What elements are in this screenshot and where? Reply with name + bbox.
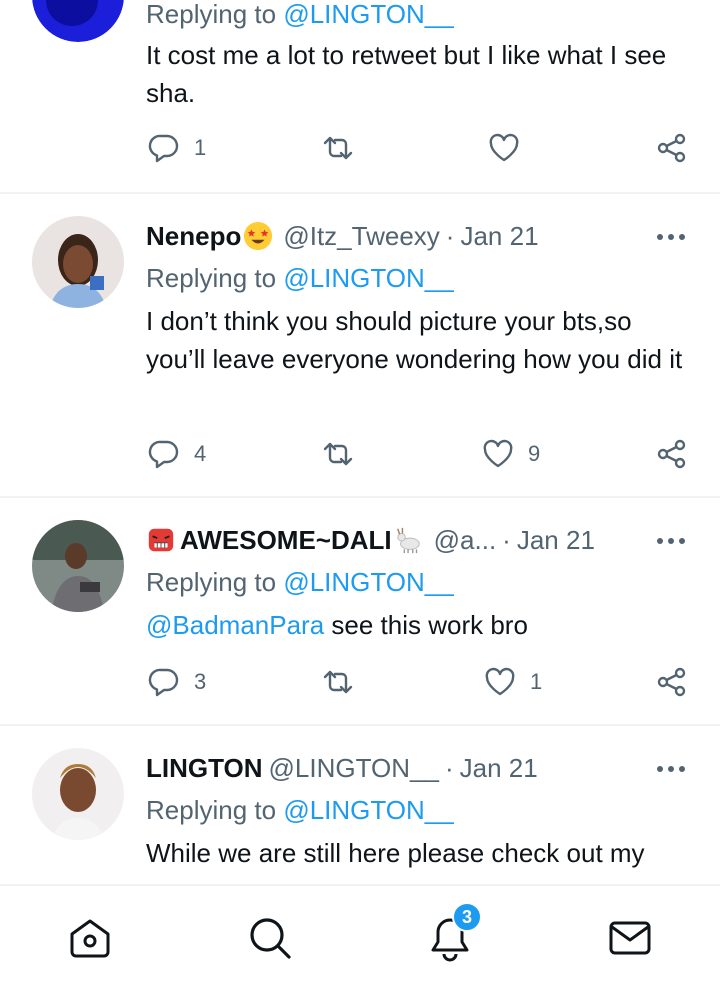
avatar[interactable] bbox=[32, 520, 124, 612]
retweet-button[interactable] bbox=[322, 438, 354, 470]
more-options-icon[interactable] bbox=[656, 764, 686, 774]
reply-button[interactable]: 1 bbox=[148, 132, 206, 164]
replying-label: Replying to bbox=[146, 567, 277, 597]
avatar[interactable] bbox=[32, 216, 124, 308]
separator-dot: · bbox=[444, 752, 454, 783]
replying-to: Replying to @LINGTON__ bbox=[146, 260, 454, 296]
retweet-icon bbox=[323, 442, 353, 466]
tweet-text: It cost me a lot to retweet but I like w… bbox=[146, 40, 667, 108]
separator-dot: · bbox=[502, 524, 511, 555]
retweet-icon bbox=[323, 670, 353, 694]
display-name[interactable]: AWESOME~DALI bbox=[180, 525, 392, 556]
reply-button[interactable]: 3 bbox=[148, 666, 206, 698]
tweet-reply[interactable]: Replying to @LINGTON__ It cost me a lot … bbox=[0, 0, 720, 194]
tweet-date[interactable]: Jan 21 bbox=[460, 753, 538, 784]
tweet-text: I don’t think you should picture your bt… bbox=[146, 306, 683, 374]
like-count: 1 bbox=[530, 669, 543, 694]
goat-emoji-icon bbox=[396, 527, 420, 554]
more-options-icon[interactable] bbox=[656, 232, 686, 242]
reply-icon bbox=[148, 440, 179, 469]
tweet-feed: Replying to @LINGTON__ It cost me a lot … bbox=[0, 0, 720, 884]
heart-icon bbox=[489, 133, 519, 162]
tweet-reply[interactable]: LINGTON @LINGTON__ · Jan 21 Replying to … bbox=[0, 726, 720, 884]
share-button[interactable] bbox=[656, 666, 688, 698]
more-options-icon[interactable] bbox=[656, 536, 686, 546]
tweet-actions: 4 9 bbox=[0, 438, 720, 478]
share-icon bbox=[657, 667, 686, 697]
messages-icon bbox=[609, 921, 651, 955]
tweet-actions: 3 1 bbox=[0, 666, 720, 706]
like-button[interactable]: 1 bbox=[484, 666, 542, 698]
reply-button[interactable]: 4 bbox=[148, 438, 206, 470]
tweet-header: LINGTON @LINGTON__ · Jan 21 bbox=[146, 750, 538, 786]
reply-count: 4 bbox=[194, 441, 207, 466]
replying-label: Replying to bbox=[146, 795, 277, 825]
replying-to: Replying to @LINGTON__ bbox=[146, 0, 454, 32]
retweet-icon bbox=[323, 136, 353, 160]
like-button[interactable] bbox=[488, 132, 520, 164]
like-button[interactable]: 9 bbox=[482, 438, 540, 470]
replying-to-link[interactable]: @LINGTON__ bbox=[283, 567, 453, 597]
avatar[interactable] bbox=[32, 748, 124, 840]
avatar[interactable] bbox=[32, 0, 124, 42]
reply-icon bbox=[148, 668, 179, 697]
star-struck-emoji-icon bbox=[244, 221, 273, 251]
share-icon bbox=[657, 439, 686, 469]
share-button[interactable] bbox=[656, 132, 688, 164]
tweet-text-rest: see this work bro bbox=[324, 610, 528, 640]
goblin-emoji-icon bbox=[148, 528, 174, 552]
nav-messages[interactable] bbox=[606, 914, 654, 962]
user-handle[interactable]: @a... bbox=[434, 525, 497, 556]
tweet-text: @BadmanPara see this work bro bbox=[146, 606, 691, 644]
replying-label: Replying to bbox=[146, 0, 277, 29]
tweet-header: Nenepo @Itz_Tweexy · Jan 21 bbox=[146, 218, 539, 254]
separator-dot: · bbox=[445, 220, 455, 251]
heart-icon bbox=[483, 439, 513, 468]
replying-to: Replying to @LINGTON__ bbox=[146, 792, 454, 828]
bottom-navigation bbox=[0, 884, 720, 990]
replying-to-link[interactable]: @LINGTON__ bbox=[283, 263, 453, 293]
tweet-header: AWESOME~DALI @a... · Jan 21 bbox=[146, 522, 595, 558]
like-count: 9 bbox=[528, 441, 541, 466]
search-icon bbox=[250, 918, 291, 959]
nav-search[interactable] bbox=[246, 914, 294, 962]
tweet-date[interactable]: Jan 21 bbox=[517, 525, 595, 556]
reply-icon bbox=[148, 134, 179, 163]
tweet-text: While we are still here please check out… bbox=[146, 838, 645, 868]
replying-to-link[interactable]: @LINGTON__ bbox=[283, 795, 453, 825]
share-icon bbox=[657, 133, 686, 163]
tweet-actions: 1 bbox=[0, 132, 720, 172]
notification-badge: 3 bbox=[452, 902, 482, 932]
retweet-button[interactable] bbox=[322, 666, 354, 698]
retweet-button[interactable] bbox=[322, 132, 354, 164]
nav-home[interactable] bbox=[66, 914, 114, 962]
replying-to: Replying to @LINGTON__ bbox=[146, 564, 454, 600]
replying-to-link[interactable]: @LINGTON__ bbox=[283, 0, 453, 29]
tweet-reply[interactable]: AWESOME~DALI @a... · Jan 21 Replying to … bbox=[0, 498, 720, 726]
user-handle[interactable]: @Itz_Tweexy bbox=[283, 221, 439, 252]
heart-icon bbox=[485, 667, 515, 696]
mention-link[interactable]: @BadmanPara bbox=[146, 610, 324, 640]
reply-count: 3 bbox=[194, 669, 207, 694]
tweet-date[interactable]: Jan 21 bbox=[460, 221, 538, 252]
tweet-reply[interactable]: Nenepo @Itz_Tweexy · Jan 21 Replying to … bbox=[0, 194, 720, 498]
home-icon bbox=[70, 919, 110, 958]
user-handle[interactable]: @LINGTON__ bbox=[269, 753, 439, 784]
share-button[interactable] bbox=[656, 438, 688, 470]
reply-count: 1 bbox=[194, 135, 207, 160]
replying-label: Replying to bbox=[146, 263, 277, 293]
display-name[interactable]: Nenepo bbox=[146, 221, 241, 252]
display-name[interactable]: LINGTON bbox=[146, 753, 263, 784]
